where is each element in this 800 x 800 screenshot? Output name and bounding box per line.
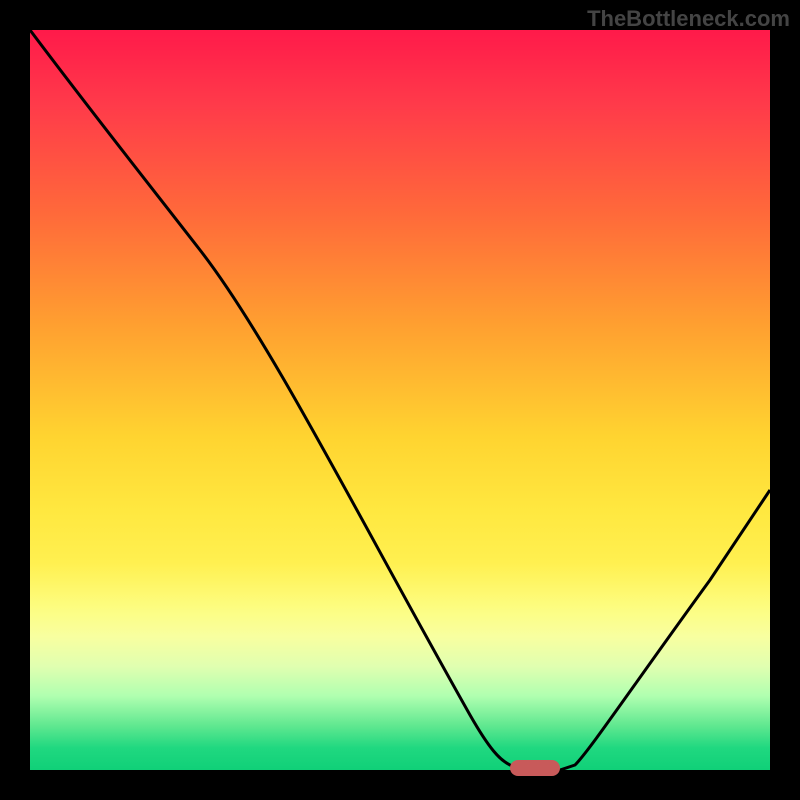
curve-svg bbox=[30, 30, 770, 770]
watermark-label: TheBottleneck.com bbox=[587, 6, 790, 32]
bottleneck-chart bbox=[30, 30, 770, 770]
bottleneck-curve-path bbox=[30, 30, 770, 770]
optimal-marker bbox=[510, 760, 560, 776]
